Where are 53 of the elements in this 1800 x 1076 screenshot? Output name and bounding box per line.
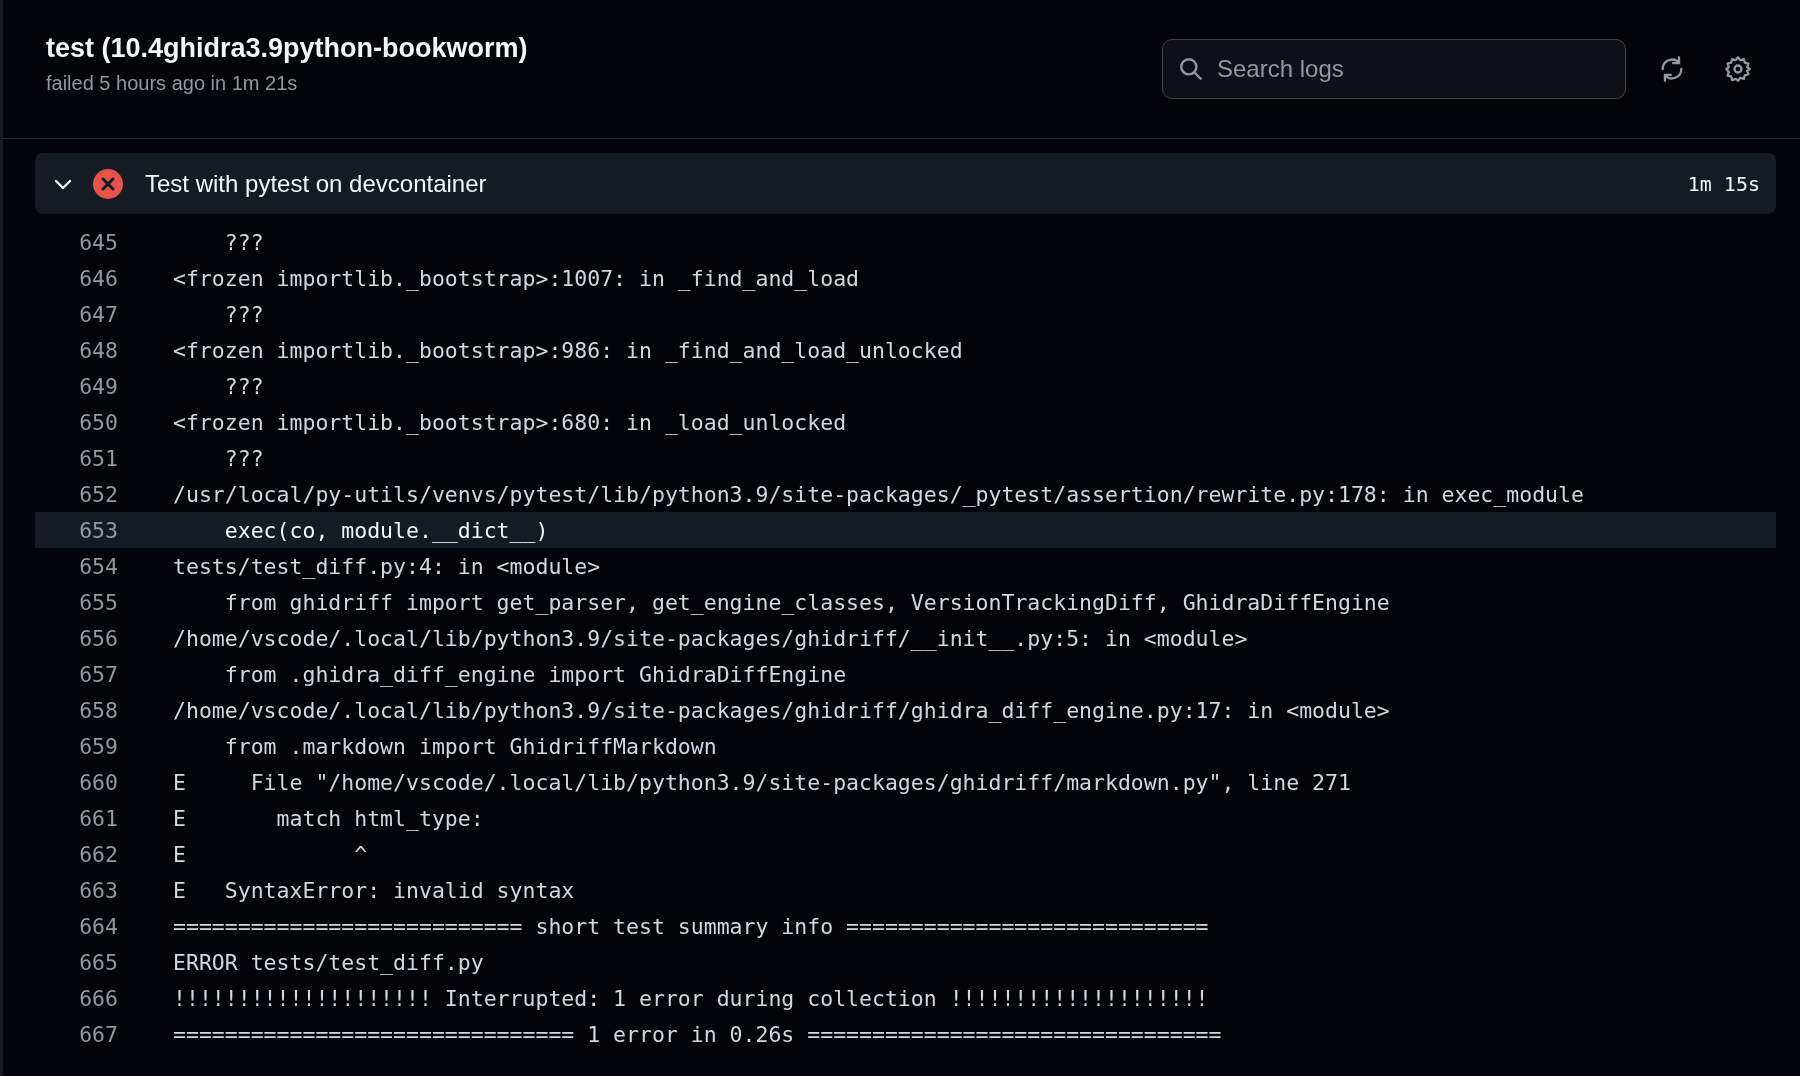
log-text: exec(co, module.__dict__): [223, 517, 549, 543]
line-number[interactable]: 650: [35, 409, 118, 435]
log-text: E ^: [173, 841, 368, 867]
line-number[interactable]: 665: [35, 949, 118, 975]
line-number[interactable]: 653: [35, 517, 118, 543]
log-text: E SyntaxError: invalid syntax: [173, 877, 575, 903]
line-number[interactable]: 664: [35, 913, 118, 939]
log-text: E File "/home/vscode/.local/lib/python3.9/site-packages/ghidriff/markdown.py", line 271: [173, 769, 1351, 795]
log-text: =============================== 1 error in 0.26s ================================: [173, 1021, 1222, 1047]
log-text: E match html_type:: [173, 805, 484, 831]
line-number[interactable]: 645: [35, 229, 118, 255]
job-status: failed 5 hours ago in 1m 21s: [46, 72, 299, 95]
log-text: <frozen importlib._bootstrap>:986: in _find_and_load_unlocked: [173, 337, 963, 363]
log-text: ERROR tests/test_diff.py: [173, 949, 484, 975]
log-text: <frozen importlib._bootstrap>:680: in _load_unlocked: [173, 409, 847, 435]
line-number[interactable]: 651: [35, 445, 118, 471]
line-number[interactable]: 659: [35, 733, 118, 759]
log-text: from ghidriff import get_parser, get_engine_classes, VersionTrackingDiff, GhidraDiffEngine: [223, 589, 1390, 615]
line-number[interactable]: 658: [35, 697, 118, 723]
gear-icon: [1724, 55, 1752, 83]
log-text: ???: [223, 373, 264, 399]
line-number[interactable]: 663: [35, 877, 118, 903]
line-number[interactable]: 654: [35, 553, 118, 579]
log-text: /home/vscode/.local/lib/python3.9/site-packages/ghidriff/__init__.py:5: in <module>: [173, 625, 1248, 651]
line-number[interactable]: 649: [35, 373, 118, 399]
line-number[interactable]: 656: [35, 625, 118, 651]
job-title: test (10.4ghidra3.9python-bookworm): [46, 33, 528, 64]
line-number[interactable]: 655: [35, 589, 118, 615]
log-text: =========================== short test summary info ============================: [173, 913, 1209, 939]
line-number[interactable]: 648: [35, 337, 118, 363]
line-number[interactable]: 657: [35, 661, 118, 687]
line-number[interactable]: 666: [35, 985, 118, 1011]
line-number[interactable]: 660: [35, 769, 118, 795]
line-number[interactable]: 661: [35, 805, 118, 831]
log-text: /home/vscode/.local/lib/python3.9/site-packages/ghidriff/ghidra_diff_engine.py:17: in <module>: [173, 697, 1390, 723]
line-number[interactable]: 662: [35, 841, 118, 867]
line-number[interactable]: 652: [35, 481, 118, 507]
line-number[interactable]: 667: [35, 1021, 118, 1047]
log-text: from .ghidra_diff_engine import GhidraDiffEngine: [223, 661, 847, 687]
step-duration: 1m 15s: [1687, 171, 1760, 196]
log-text: tests/test_diff.py:4: in <module>: [173, 553, 601, 579]
log-text: /usr/local/py-utils/venvs/pytest/lib/python3.9/site-packages/_pytest/assertion/rewrite.py:178: in exec_module: [173, 481, 1584, 507]
log-text: ???: [223, 445, 264, 471]
search-field[interactable]: Search logs: [1162, 39, 1626, 99]
line-number[interactable]: 647: [35, 301, 118, 327]
line-number[interactable]: 646: [35, 265, 118, 291]
log-text: !!!!!!!!!!!!!!!!!!!! Interrupted: 1 error during collection !!!!!!!!!!!!!!!!!!!!: [173, 985, 1209, 1011]
step-name: Test with pytest on devcontainer: [145, 169, 488, 198]
log-text: ???: [223, 301, 264, 327]
step-header[interactable]: Test with pytest on devcontainer 1m 15s: [35, 153, 1776, 214]
log-text: ???: [223, 229, 264, 255]
log-text: <frozen importlib._bootstrap>:1007: in _find_and_load: [173, 265, 860, 291]
log-text: from .markdown import GhidriffMarkdown: [223, 733, 717, 759]
